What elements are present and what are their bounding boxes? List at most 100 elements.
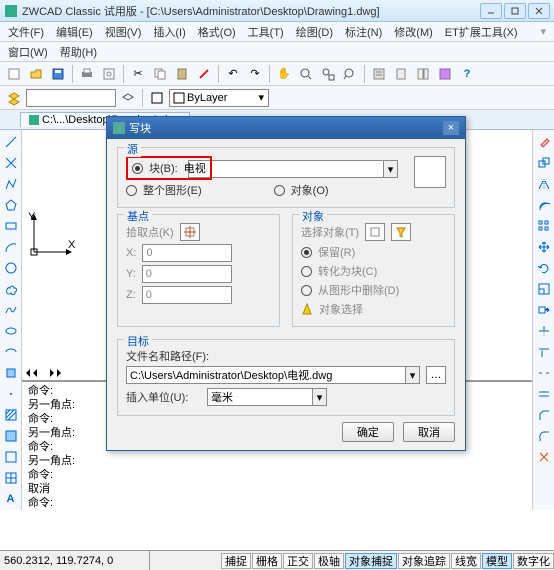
tool-icon[interactable] <box>435 64 455 84</box>
arc-icon[interactable] <box>1 237 21 257</box>
zoom-win-icon[interactable] <box>318 64 338 84</box>
digitizer-toggle[interactable]: 数字化 <box>513 553 554 569</box>
menu-tools[interactable]: 工具(T) <box>244 23 288 41</box>
preview-icon[interactable] <box>99 64 119 84</box>
menu-window[interactable]: 窗口(W) <box>4 43 52 61</box>
block-combo[interactable]: ▾ <box>188 160 398 178</box>
grid-toggle[interactable]: 栅格 <box>252 553 282 569</box>
whole-radio[interactable] <box>126 185 137 196</box>
layer-combo[interactable]: ByLayer ▾ <box>169 89 269 107</box>
layer-mgr-icon[interactable] <box>118 88 138 108</box>
layer-state-select[interactable] <box>26 89 116 107</box>
circle-icon[interactable] <box>1 258 21 278</box>
ellipse-arc-icon[interactable] <box>1 342 21 362</box>
copy-icon[interactable] <box>150 64 170 84</box>
ellipse-icon[interactable] <box>1 321 21 341</box>
pan-icon[interactable]: ✋ <box>274 64 294 84</box>
cancel-button[interactable]: 取消 <box>403 422 455 442</box>
z-input[interactable] <box>142 286 232 304</box>
layer-icon[interactable] <box>4 88 24 108</box>
offset-icon[interactable] <box>534 195 554 215</box>
rect-icon[interactable] <box>1 216 21 236</box>
otrack-toggle[interactable]: 对象追踪 <box>398 553 450 569</box>
menu-dim[interactable]: 标注(N) <box>341 23 386 41</box>
break-icon[interactable] <box>534 363 554 383</box>
menu-hide-icon[interactable]: ▾ <box>536 24 550 39</box>
point-icon[interactable] <box>1 384 21 404</box>
move-icon[interactable] <box>534 237 554 257</box>
objects-radio[interactable] <box>274 185 285 196</box>
erase-icon[interactable] <box>534 132 554 152</box>
block-icon[interactable] <box>1 363 21 383</box>
convert-radio[interactable] <box>301 266 312 277</box>
ok-button[interactable]: 确定 <box>342 422 394 442</box>
print-icon[interactable] <box>77 64 97 84</box>
cut-icon[interactable]: ✂ <box>128 64 148 84</box>
menu-insert[interactable]: 插入(I) <box>149 23 189 41</box>
model-toggle[interactable]: 模型 <box>482 553 512 569</box>
pickpoint-button[interactable] <box>180 223 200 241</box>
save-icon[interactable] <box>48 64 68 84</box>
snap-toggle[interactable]: 捕捉 <box>221 553 251 569</box>
pline-icon[interactable] <box>1 174 21 194</box>
chamfer-icon[interactable] <box>534 405 554 425</box>
selobj-button[interactable] <box>365 223 385 241</box>
qselect-button[interactable] <box>391 223 411 241</box>
fillet-icon[interactable] <box>534 426 554 446</box>
props-icon[interactable] <box>369 64 389 84</box>
ortho-toggle[interactable]: 正交 <box>283 553 313 569</box>
match-icon[interactable] <box>194 64 214 84</box>
menu-ext[interactable]: ET扩展工具(X) <box>441 23 522 41</box>
text-icon[interactable]: A <box>1 489 21 509</box>
calc-icon[interactable] <box>391 64 411 84</box>
zoom-rt-icon[interactable] <box>296 64 316 84</box>
paste-icon[interactable] <box>172 64 192 84</box>
revcloud-icon[interactable] <box>1 279 21 299</box>
stretch-icon[interactable] <box>534 300 554 320</box>
explode-icon[interactable] <box>534 447 554 467</box>
retain-radio[interactable] <box>301 247 312 258</box>
extend-icon[interactable] <box>534 342 554 362</box>
region-icon[interactable] <box>1 447 21 467</box>
lwt-toggle[interactable]: 线宽 <box>451 553 481 569</box>
menu-format[interactable]: 格式(O) <box>194 23 240 41</box>
scale-icon[interactable] <box>534 279 554 299</box>
spline-icon[interactable] <box>1 300 21 320</box>
osnap-toggle[interactable]: 对象捕捉 <box>345 553 397 569</box>
mirror-icon[interactable] <box>534 174 554 194</box>
polar-toggle[interactable]: 极轴 <box>314 553 344 569</box>
dialog-close-icon[interactable]: × <box>443 121 459 135</box>
menu-file[interactable]: 文件(F) <box>4 23 48 41</box>
color-icon[interactable] <box>147 88 167 108</box>
dc-icon[interactable] <box>413 64 433 84</box>
table-icon[interactable] <box>1 468 21 488</box>
menu-modify[interactable]: 修改(M) <box>390 23 437 41</box>
undo-icon[interactable]: ↶ <box>223 64 243 84</box>
copy-obj-icon[interactable] <box>534 153 554 173</box>
polygon-icon[interactable] <box>1 195 21 215</box>
units-combo[interactable]: 毫米 ▾ <box>207 388 327 406</box>
path-combo[interactable]: C:\Users\Administrator\Desktop\电视.dwg ▾ <box>126 366 420 384</box>
tab-arrows-icon[interactable] <box>24 368 64 378</box>
ray-icon[interactable] <box>1 153 21 173</box>
x-input[interactable] <box>142 244 232 262</box>
menu-view[interactable]: 视图(V) <box>101 23 146 41</box>
array-icon[interactable] <box>534 216 554 236</box>
open-icon[interactable] <box>26 64 46 84</box>
menu-draw[interactable]: 绘图(D) <box>292 23 337 41</box>
block-radio[interactable] <box>132 163 143 174</box>
menu-edit[interactable]: 编辑(E) <box>52 23 97 41</box>
redo-icon[interactable]: ↷ <box>245 64 265 84</box>
zoom-prev-icon[interactable] <box>340 64 360 84</box>
delete-radio[interactable] <box>301 285 312 296</box>
line-icon[interactable] <box>1 132 21 152</box>
hatch-icon[interactable] <box>1 405 21 425</box>
rotate-icon[interactable] <box>534 258 554 278</box>
browse-button[interactable]: … <box>426 366 446 384</box>
gradient-icon[interactable] <box>1 426 21 446</box>
close-button[interactable] <box>528 3 550 19</box>
menu-help[interactable]: 帮助(H) <box>56 43 101 61</box>
join-icon[interactable] <box>534 384 554 404</box>
dialog-titlebar[interactable]: 写块 × <box>107 117 465 139</box>
help-icon[interactable]: ? <box>457 64 477 84</box>
